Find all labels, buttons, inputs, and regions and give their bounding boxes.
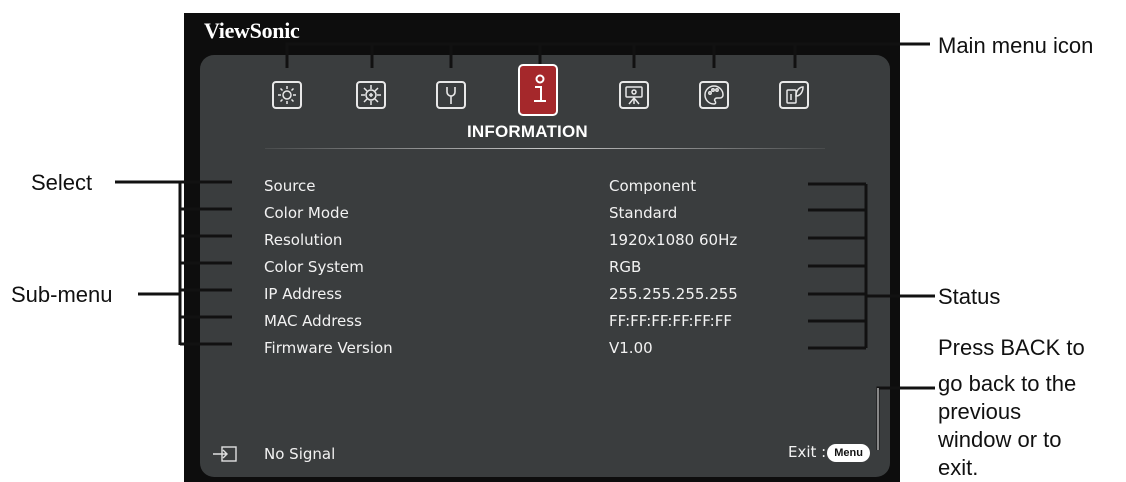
callout-back-line4: window or to [938,427,1062,452]
callout-sub-menu: Sub-menu [11,282,113,307]
callout-back-line3: previous [938,399,1022,424]
callout-main-menu-icon: Main menu icon [938,33,1094,58]
callout-back-line1: Press BACK to [938,335,1085,360]
callout-select: Select [31,170,93,195]
callout-back-line5: exit. [938,455,979,480]
callout-back-line2: go back to the [938,371,1077,396]
callout-status: Status [938,284,1001,309]
